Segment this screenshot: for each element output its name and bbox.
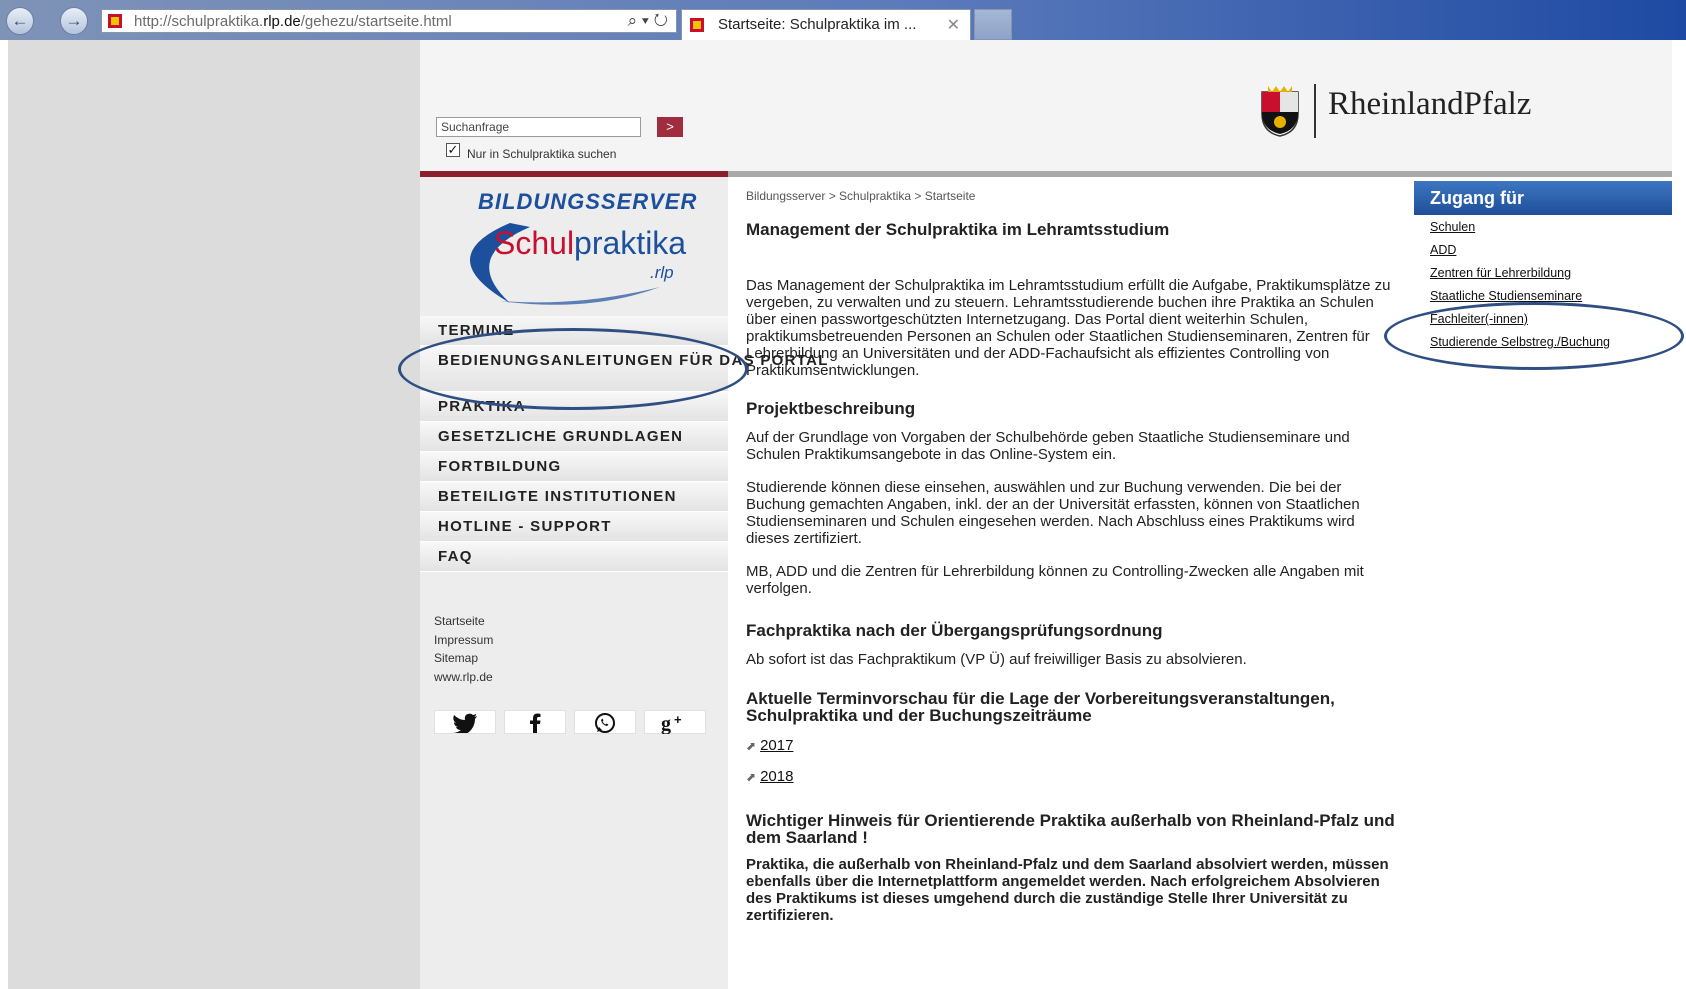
link-2018[interactable]: 2018	[760, 768, 793, 785]
address-url: http://schulpraktika.rlp.de/gehezu/start…	[134, 13, 452, 30]
menu-item-hotline-support[interactable]: HOTLINE - SUPPORT	[420, 512, 728, 542]
projekt-text-1: Auf der Grundlage von Vorgaben der Schul…	[746, 429, 1350, 463]
heading-projekt: Projektbeschreibung	[746, 399, 916, 418]
tab-startseite[interactable]: Startseite: Schulpraktika im ... ✕	[681, 9, 971, 40]
favicon-icon	[108, 14, 122, 28]
projekt-text-2: Studierende können diese einsehen, auswä…	[746, 479, 1360, 547]
highlight-ellipse-menu	[398, 328, 748, 410]
sidebar: BILDUNGSSERVER Schulpraktika .rlp TERMIN…	[420, 177, 827, 989]
google-plus-icon[interactable]: g +	[644, 710, 706, 735]
facebook-icon[interactable]	[504, 710, 566, 734]
highlight-ellipse-access	[1384, 302, 1684, 370]
link-2017-row: ⬈ 2017	[746, 737, 1396, 755]
search-input[interactable]	[436, 117, 641, 137]
footer-link-rlp[interactable]: www.rlp.de	[434, 668, 493, 687]
right-frame	[1672, 40, 1686, 989]
twitter-icon[interactable]	[434, 710, 496, 735]
left-frame	[0, 40, 8, 989]
footer-link-startseite[interactable]: Startseite	[434, 612, 493, 631]
menu-item-fortbildung[interactable]: FORTBILDUNG	[420, 452, 728, 482]
page-title: Management der Schulpraktika im Lehramts…	[746, 220, 1170, 239]
link-arrow-icon: ⬈	[746, 739, 757, 753]
footer-links: Startseite Impressum Sitemap www.rlp.de	[434, 612, 493, 686]
heading-hinweis: Wichtiger Hinweis für Orientierende Prak…	[746, 811, 1395, 847]
svg-text:+: +	[674, 712, 682, 727]
access-link-schulen[interactable]: Schulen	[1430, 216, 1610, 239]
search-scope-checkbox[interactable]: ✓	[446, 143, 460, 157]
back-button[interactable]: ←	[6, 7, 34, 35]
coat-of-arms-icon	[1261, 86, 1299, 137]
access-link-zentren[interactable]: Zentren für Lehrerbildung	[1430, 262, 1610, 285]
social-links: g +	[434, 710, 714, 735]
search-scope-label: Nur in Schulpraktika suchen	[467, 147, 617, 161]
footer-link-impressum[interactable]: Impressum	[434, 631, 493, 650]
tab-favicon-icon	[690, 18, 704, 32]
footer-link-sitemap[interactable]: Sitemap	[434, 649, 493, 668]
search-button[interactable]: >	[657, 117, 683, 137]
page: > ✓ Nur in Schulpraktika suchen Rheinlan…	[420, 40, 1672, 989]
projekt-text-3: MB, ADD und die Zentren für Lehrerbildun…	[746, 563, 1364, 597]
menu-item-gesetzliche-grundlagen[interactable]: GESETZLICHE GRUNDLAGEN	[420, 422, 728, 452]
svg-text:g: g	[661, 713, 671, 734]
fachpraktika-text: Ab sofort ist das Fachpraktikum (VP Ü) a…	[746, 651, 1247, 668]
link-2017[interactable]: 2017	[760, 737, 793, 754]
heading-terminvorschau: Aktuelle Terminvorschau für die Lage der…	[746, 689, 1335, 725]
schulpraktika-logo[interactable]: Schulpraktika	[494, 225, 686, 262]
address-tools-icon[interactable]: ⌕ ▾ ↻	[628, 11, 668, 31]
link-2018-row: ⬈ 2018	[746, 768, 1396, 786]
main-content: Management der Schulpraktika im Lehramts…	[746, 220, 1396, 924]
access-box-title: Zugang für	[1414, 181, 1672, 215]
state-logo-text: RheinlandPfalz	[1328, 86, 1532, 122]
hinweis-text: Praktika, die außerhalb von Rheinland-Pf…	[746, 856, 1389, 924]
address-bar[interactable]: http://schulpraktika.rlp.de/gehezu/start…	[101, 9, 677, 33]
forward-button[interactable]: →	[60, 7, 88, 35]
new-tab-button[interactable]	[974, 9, 1012, 40]
browser-toolbar: ← → http://schulpraktika.rlp.de/gehezu/s…	[0, 0, 1686, 40]
bildungsserver-logo[interactable]: BILDUNGSSERVER	[478, 189, 697, 215]
tab-title: Startseite: Schulpraktika im ...	[718, 16, 917, 33]
access-link-add[interactable]: ADD	[1430, 239, 1610, 262]
schulpraktika-rlp: .rlp	[650, 263, 674, 282]
menu-item-faq[interactable]: FAQ	[420, 542, 728, 572]
menu-item-beteiligte-institutionen[interactable]: BETEILIGTE INSTITUTIONEN	[420, 482, 728, 512]
tab-close-icon[interactable]: ✕	[947, 15, 960, 35]
whatsapp-icon[interactable]	[574, 710, 636, 734]
logo-divider	[1314, 84, 1316, 138]
site-header: > ✓ Nur in Schulpraktika suchen Rheinlan…	[420, 40, 1672, 171]
heading-fachpraktika: Fachpraktika nach der Übergangsprüfungso…	[746, 621, 1163, 640]
breadcrumb: Bildungsserver > Schulpraktika > Startse…	[746, 189, 976, 203]
intro-text: Das Management der Schulpraktika im Lehr…	[746, 277, 1391, 379]
link-arrow-icon: ⬈	[746, 770, 757, 784]
